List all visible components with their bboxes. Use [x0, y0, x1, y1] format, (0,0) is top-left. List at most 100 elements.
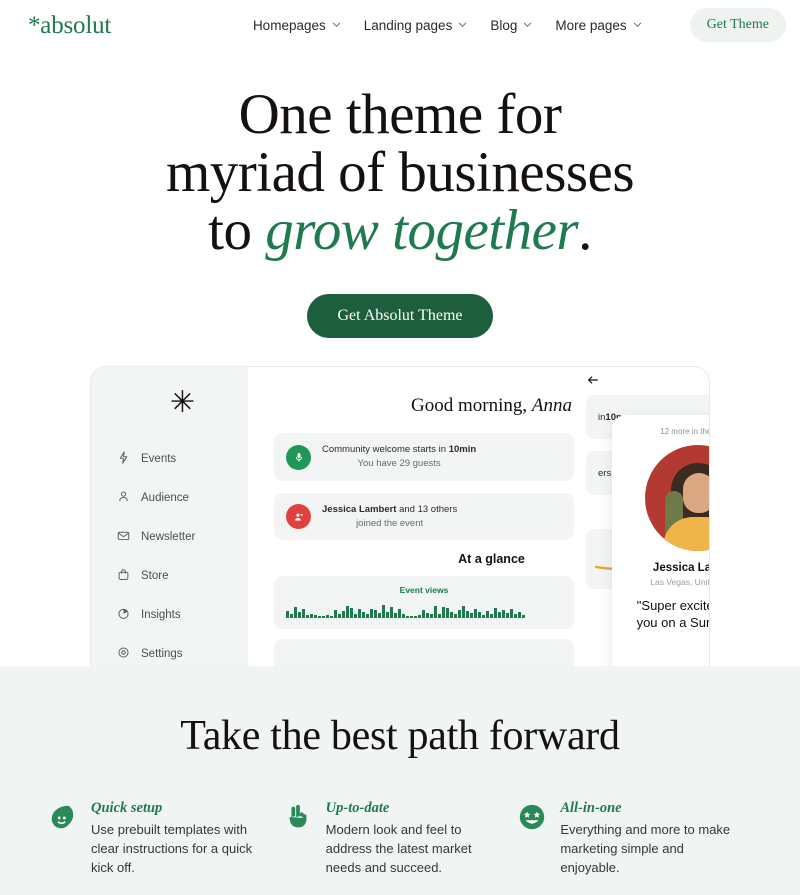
- bar: [330, 616, 333, 619]
- nav-label: More pages: [555, 17, 627, 33]
- chevron-down-icon: [458, 20, 467, 29]
- dashboard-main: Good morning, Anna Community welcome sta…: [248, 367, 710, 667]
- col2-text-plain: ers: [598, 467, 612, 479]
- bar: [502, 610, 505, 619]
- bar: [498, 612, 501, 619]
- sidebar-item-events[interactable]: Events: [117, 451, 248, 467]
- event-views-label: Event views: [399, 585, 449, 596]
- alert-text: Jessica Lambert and 13 others joined the…: [322, 503, 457, 531]
- bar: [362, 612, 365, 619]
- alert-title-bold: Jessica Lambert: [322, 503, 397, 515]
- bar: [418, 615, 421, 619]
- person-icon: [117, 490, 130, 506]
- nav-item-landing-pages[interactable]: Landing pages: [364, 18, 468, 33]
- bar: [474, 609, 477, 619]
- testimonial-phone-card: 12 more in the queue: [588, 376, 710, 667]
- bar: [410, 616, 413, 619]
- bar: [406, 616, 409, 619]
- hand-peace-icon: [283, 800, 313, 878]
- sidebar-item-newsletter[interactable]: Newsletter: [117, 529, 248, 545]
- bar: [322, 616, 325, 619]
- sidebar-item-label: Audience: [141, 492, 189, 505]
- bar: [478, 612, 481, 619]
- chevron-down-icon: [633, 20, 642, 29]
- get-absolut-theme-button[interactable]: Get Absolut Theme: [307, 294, 493, 339]
- sidebar-item-label: Insights: [141, 609, 181, 622]
- hero-line-2: myriad of businesses: [165, 141, 635, 205]
- hero-line-3-prefix: to: [208, 199, 266, 263]
- nav-label: Homepages: [252, 17, 326, 33]
- bar: [382, 605, 385, 619]
- quote-line-2: you on a Sunday trip!: [636, 615, 709, 631]
- pie-chart-icon: [117, 607, 130, 623]
- avatar-wrapper: [645, 445, 709, 552]
- bar: [522, 615, 525, 619]
- hero-section: One theme for myriad of businesses to gr…: [0, 50, 800, 667]
- bar: [462, 606, 465, 619]
- col2-text-plain: in: [598, 411, 606, 423]
- quote-line-1: "Super excited to join: [636, 598, 709, 614]
- microphone-icon: [286, 444, 311, 470]
- bar: [506, 613, 509, 619]
- lightning-bolt-icon: [117, 451, 130, 467]
- feature-text: Quick setup Use prebuilt templates with …: [91, 800, 265, 878]
- bar: [422, 610, 425, 619]
- phone-card-front: 12 more in the queue: [612, 415, 710, 667]
- comet-face-icon: [48, 800, 78, 878]
- alert-card-community-welcome[interactable]: Community welcome starts in 10min You ha…: [274, 433, 574, 481]
- alert-title-plain: Community welcome starts in: [322, 444, 449, 456]
- brand-logo[interactable]: *absolut: [28, 13, 111, 38]
- bar: [394, 613, 397, 619]
- alert-card-joined-event[interactable]: Jessica Lambert and 13 others joined the…: [274, 492, 574, 541]
- bar: [450, 612, 453, 619]
- bar: [482, 615, 485, 619]
- star-eyed-smiley-icon: [517, 800, 547, 878]
- nav-item-blog[interactable]: Blog: [490, 18, 532, 33]
- features-row: Quick setup Use prebuilt templates with …: [0, 800, 800, 878]
- event-views-card[interactable]: Event views: [274, 576, 574, 630]
- alert-title-bold: 10min: [448, 444, 477, 456]
- bar: [470, 613, 473, 619]
- bar: [458, 610, 461, 619]
- bar: [350, 608, 353, 619]
- sidebar-item-audience[interactable]: Audience: [117, 490, 248, 506]
- nav-item-more-pages[interactable]: More pages: [555, 18, 641, 33]
- bar: [386, 612, 389, 619]
- bar: [486, 611, 489, 619]
- sidebar-item-label: Settings: [141, 648, 183, 661]
- feature-title: Up-to-date: [325, 800, 390, 817]
- secondary-stat-card[interactable]: [274, 639, 574, 667]
- features-heading: Take the best path forward: [180, 713, 620, 760]
- sidebar-item-store[interactable]: Store: [117, 568, 248, 584]
- bar: [390, 607, 393, 619]
- arrow-left-icon[interactable]: [586, 373, 600, 392]
- chevron-down-icon: [332, 20, 341, 29]
- testimonial-person-location: Las Vegas, United States: [650, 577, 710, 588]
- bar: [414, 616, 417, 619]
- sidebar-item-insights[interactable]: Insights: [117, 607, 248, 623]
- nav-item-homepages[interactable]: Homepages: [253, 18, 341, 33]
- bar: [370, 609, 373, 619]
- feature-title: All-in-one: [560, 800, 622, 817]
- feature-text: All-in-one Everything and more to make m…: [560, 800, 734, 878]
- get-theme-button[interactable]: Get Theme: [689, 8, 786, 42]
- bar: [434, 606, 437, 619]
- bar: [342, 611, 345, 619]
- feature-title: Quick setup: [91, 800, 163, 817]
- testimonial-quote: "Super excited to join you on a Sunday t…: [622, 598, 709, 632]
- bar: [326, 615, 329, 619]
- bar: [358, 609, 361, 619]
- bar: [346, 606, 349, 619]
- dashboard-asterisk-logo: ✳: [169, 385, 196, 421]
- bar: [454, 614, 457, 619]
- bar: [286, 611, 289, 619]
- envelope-icon: [117, 529, 130, 545]
- nav-label: Blog: [490, 17, 518, 33]
- feature-quick-setup: Quick setup Use prebuilt templates with …: [48, 800, 283, 878]
- bar: [314, 615, 317, 619]
- sidebar-item-settings[interactable]: Settings: [117, 646, 248, 662]
- bar: [466, 611, 469, 619]
- avatar: [645, 445, 709, 552]
- alert-text: Community welcome starts in 10min You ha…: [322, 443, 476, 471]
- feature-body: Use prebuilt templates with clear instru…: [91, 822, 253, 876]
